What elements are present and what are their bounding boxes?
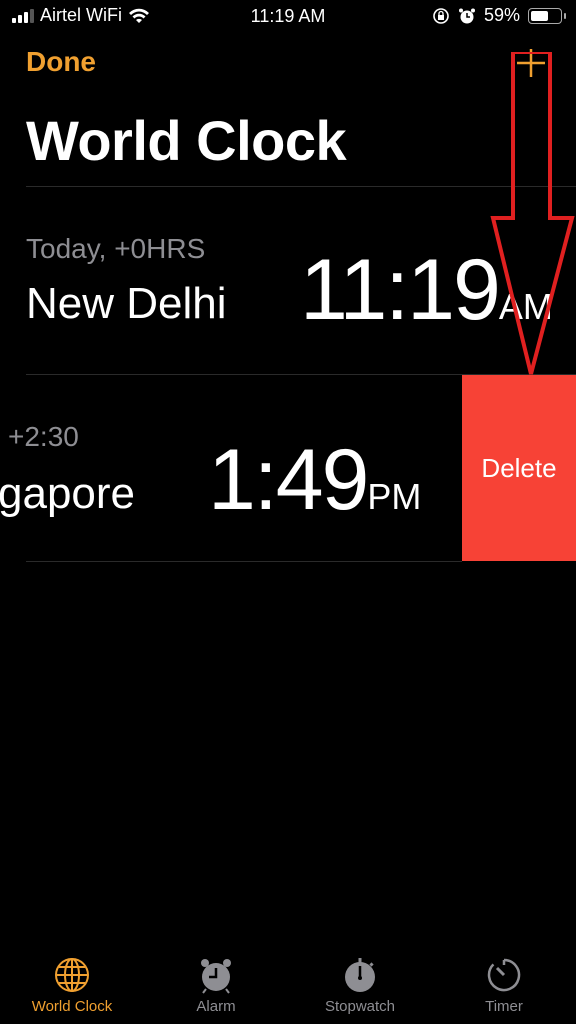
tab-label: Timer	[485, 998, 523, 1015]
clock-time-value: 11:19	[300, 242, 501, 338]
clock-time-value: 1:49	[208, 432, 369, 528]
tab-label: World Clock	[31, 998, 113, 1015]
tab-timer[interactable]: Timer	[432, 940, 576, 1024]
plus-icon[interactable]	[514, 46, 548, 80]
clock-offset: Today, +0HRS	[26, 233, 206, 264]
alarm-icon	[458, 8, 475, 23]
clock-ampm: PM	[367, 476, 422, 517]
clock-offset: +2:30	[8, 421, 79, 452]
rotation-lock-icon	[433, 7, 449, 24]
clock-city: New Delhi	[26, 279, 227, 328]
clock-time: 1:49PM	[208, 431, 421, 530]
globe-icon	[55, 958, 89, 992]
done-button[interactable]: Done	[26, 46, 96, 78]
clock-ampm: AM	[498, 286, 553, 327]
battery-percent: 59%	[483, 5, 520, 25]
delete-button[interactable]: Delete	[462, 375, 576, 561]
divider	[26, 561, 462, 562]
tab-stopwatch[interactable]: Stopwatch	[288, 940, 432, 1024]
tab-label: Stopwatch	[324, 998, 396, 1015]
tab-alarm[interactable]: Alarm	[144, 940, 288, 1024]
battery-icon	[528, 7, 566, 24]
status-right: 59%	[432, 5, 566, 26]
tab-world-clock[interactable]: World Clock	[0, 940, 144, 1024]
tab-bar: World Clock Alarm Stopwatch Timer	[0, 940, 576, 1024]
status-bar: Airtel WiFi 11:19 AM 59%	[0, 0, 576, 34]
alarm-clock-icon	[201, 959, 231, 994]
clock-city: gapore	[0, 469, 136, 518]
clock-row-new-delhi[interactable]: Today, +0HRS New Delhi 11:19AM	[0, 187, 576, 374]
stopwatch-icon	[345, 958, 375, 992]
tab-label: Alarm	[196, 998, 236, 1015]
timer-icon	[487, 958, 521, 992]
clock-time: 11:19AM	[300, 241, 553, 340]
page-title: World Clock	[26, 109, 347, 172]
